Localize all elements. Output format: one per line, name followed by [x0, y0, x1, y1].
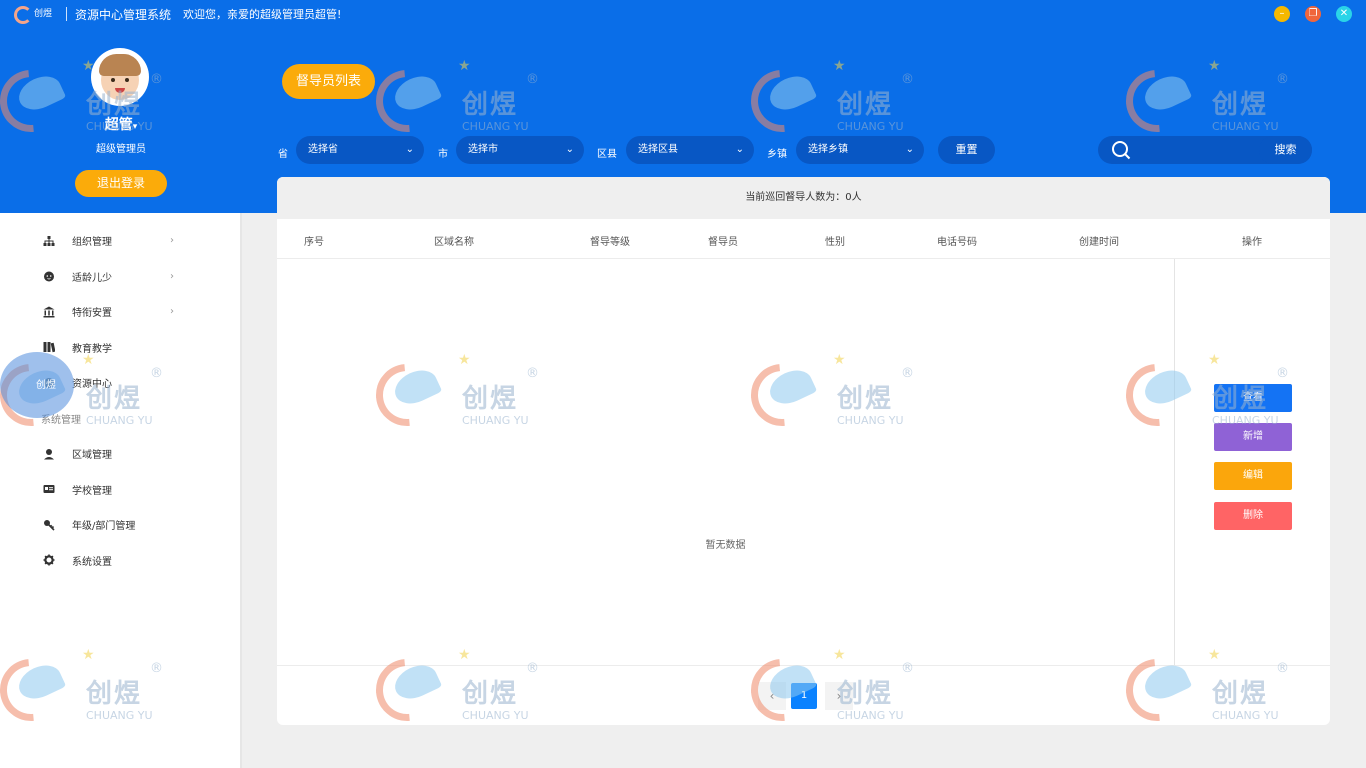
chevron-right-icon: ›	[170, 235, 174, 247]
close-button[interactable]: ✕	[1336, 6, 1352, 22]
column-header-region: 区域名称	[434, 237, 474, 248]
sidebar-item-label: 适龄儿少	[72, 272, 112, 284]
sitemap-icon	[43, 235, 55, 247]
delete-button[interactable]: 删除	[1214, 502, 1292, 530]
chevron-right-icon: ›	[170, 306, 174, 318]
town-select-value: 选择乡镇	[808, 144, 848, 155]
restore-icon: ❐	[1308, 8, 1318, 19]
user-role: 超级管理员	[96, 144, 146, 155]
logout-button[interactable]: 退出登录	[75, 170, 167, 197]
chevron-down-icon: ⌄	[565, 144, 574, 155]
sidebar-item-children[interactable]: 适龄儿少 ›	[0, 259, 240, 295]
sidebar-item-label: 区域管理	[72, 450, 112, 462]
minimize-icon: –	[1279, 8, 1285, 19]
column-header-level: 督导等级	[590, 237, 630, 248]
app-logo-text: 创煜	[34, 9, 53, 19]
pagination-page-current[interactable]: 1	[791, 683, 817, 709]
welcome-text: 欢迎您，亲爱的超级管理员超管!	[183, 8, 342, 21]
caret-down-icon: ▾	[132, 122, 138, 132]
sidebar-item-org[interactable]: 组织管理 ›	[0, 223, 240, 259]
table-header: 序号 区域名称 督导等级 督导员 性别 电话号码 创建时间 操作	[277, 219, 1330, 259]
county-select-value: 选择区县	[638, 144, 678, 155]
app-title: 资源中心管理系统	[75, 7, 172, 22]
town-label: 乡镇	[767, 149, 787, 160]
floating-assistant-logo: 创煜	[36, 380, 56, 391]
gear-icon	[43, 554, 55, 566]
sidebar-item-grade[interactable]: 年级/部门管理	[0, 507, 240, 543]
city-label: 市	[438, 149, 448, 160]
town-select[interactable]: 选择乡镇 ⌄	[796, 136, 924, 164]
chevron-down-icon: ⌄	[905, 144, 914, 155]
tab-supervisor-list[interactable]: 督导员列表	[282, 64, 375, 99]
sidebar-item-school[interactable]: 学校管理	[0, 472, 240, 508]
sidebar-item-label: 系统设置	[72, 556, 112, 568]
sidebar-item-label: 特衔安置	[72, 308, 112, 320]
column-header-created: 创建时间	[1079, 237, 1119, 248]
column-header-phone: 电话号码	[937, 237, 977, 248]
view-button[interactable]: 查看	[1214, 384, 1292, 412]
user-pin-icon	[43, 448, 55, 460]
column-header-supervisor: 督导员	[708, 237, 738, 248]
avatar[interactable]	[91, 48, 149, 106]
column-header-index: 序号	[304, 237, 324, 248]
sidebar: 组织管理 › 适龄儿少 › 特衔安置 › 教育教学 资源中心 系统管理 区域管理…	[0, 213, 242, 768]
sidebar-item-label: 年级/部门管理	[72, 521, 136, 533]
search-icon	[1112, 141, 1131, 160]
key-icon	[43, 519, 55, 531]
city-select[interactable]: 选择市 ⌄	[456, 136, 584, 164]
search-input[interactable]	[1138, 138, 1258, 162]
user-name-dropdown[interactable]: 超管▾	[0, 114, 242, 134]
chevron-down-icon: ⌄	[405, 144, 414, 155]
window-controls: – ❐ ✕	[1274, 6, 1352, 22]
column-header-actions: 操作	[1242, 237, 1262, 248]
bank-icon	[43, 306, 55, 318]
reset-button[interactable]: 重置	[938, 136, 995, 164]
app-logo: 创煜	[12, 3, 58, 25]
sidebar-item-placement[interactable]: 特衔安置 ›	[0, 294, 240, 330]
pagination: ‹ 1 ›	[277, 682, 1330, 710]
id-card-icon	[43, 483, 55, 495]
empty-state-text: 暂无数据	[705, 540, 746, 551]
sidebar-item-label: 组织管理	[72, 237, 112, 249]
floating-assistant-button[interactable]: 创煜	[0, 352, 74, 418]
sidebar-item-label: 教育教学	[72, 343, 112, 355]
summary-text: 当前巡回督导人数为：0人	[277, 177, 1330, 219]
sidebar-item-region[interactable]: 区域管理	[0, 436, 240, 472]
city-select-value: 选择市	[468, 144, 498, 155]
province-label: 省	[278, 149, 288, 160]
child-icon	[43, 270, 55, 282]
user-name: 超管	[104, 117, 133, 133]
search-button[interactable]: 搜索	[1259, 136, 1312, 164]
actions-column-divider	[1174, 259, 1175, 665]
supervisor-table-panel: 当前巡回督导人数为：0人 序号 区域名称 督导等级 督导员 性别 电话号码 创建…	[277, 177, 1330, 725]
chevron-right-icon: ›	[170, 270, 174, 282]
minimize-button[interactable]: –	[1274, 6, 1290, 22]
title-bar: 创煜 资源中心管理系统 欢迎您，亲爱的超级管理员超管! – ❐ ✕	[0, 0, 1366, 28]
edit-button[interactable]: 编辑	[1214, 462, 1292, 490]
user-profile: 超管▾ 超级管理员 退出登录	[0, 28, 242, 213]
table-footer-divider	[277, 665, 1330, 666]
maximize-button[interactable]: ❐	[1305, 6, 1321, 22]
add-button[interactable]: 新增	[1214, 423, 1292, 451]
sidebar-item-settings[interactable]: 系统设置	[0, 543, 240, 579]
books-icon	[43, 341, 56, 353]
sidebar-item-label: 学校管理	[72, 485, 112, 497]
close-icon: ✕	[1339, 8, 1349, 19]
province-select-value: 选择省	[308, 144, 338, 155]
title-separator	[66, 7, 67, 21]
county-select[interactable]: 选择区县 ⌄	[626, 136, 754, 164]
county-label: 区县	[597, 149, 617, 160]
pagination-prev-button[interactable]: ‹	[758, 682, 786, 710]
column-header-gender: 性别	[825, 237, 845, 248]
sidebar-item-label: 资源中心	[72, 379, 112, 391]
chevron-down-icon: ⌄	[735, 144, 744, 155]
province-select[interactable]: 选择省 ⌄	[296, 136, 424, 164]
pagination-next-button[interactable]: ›	[825, 682, 853, 710]
